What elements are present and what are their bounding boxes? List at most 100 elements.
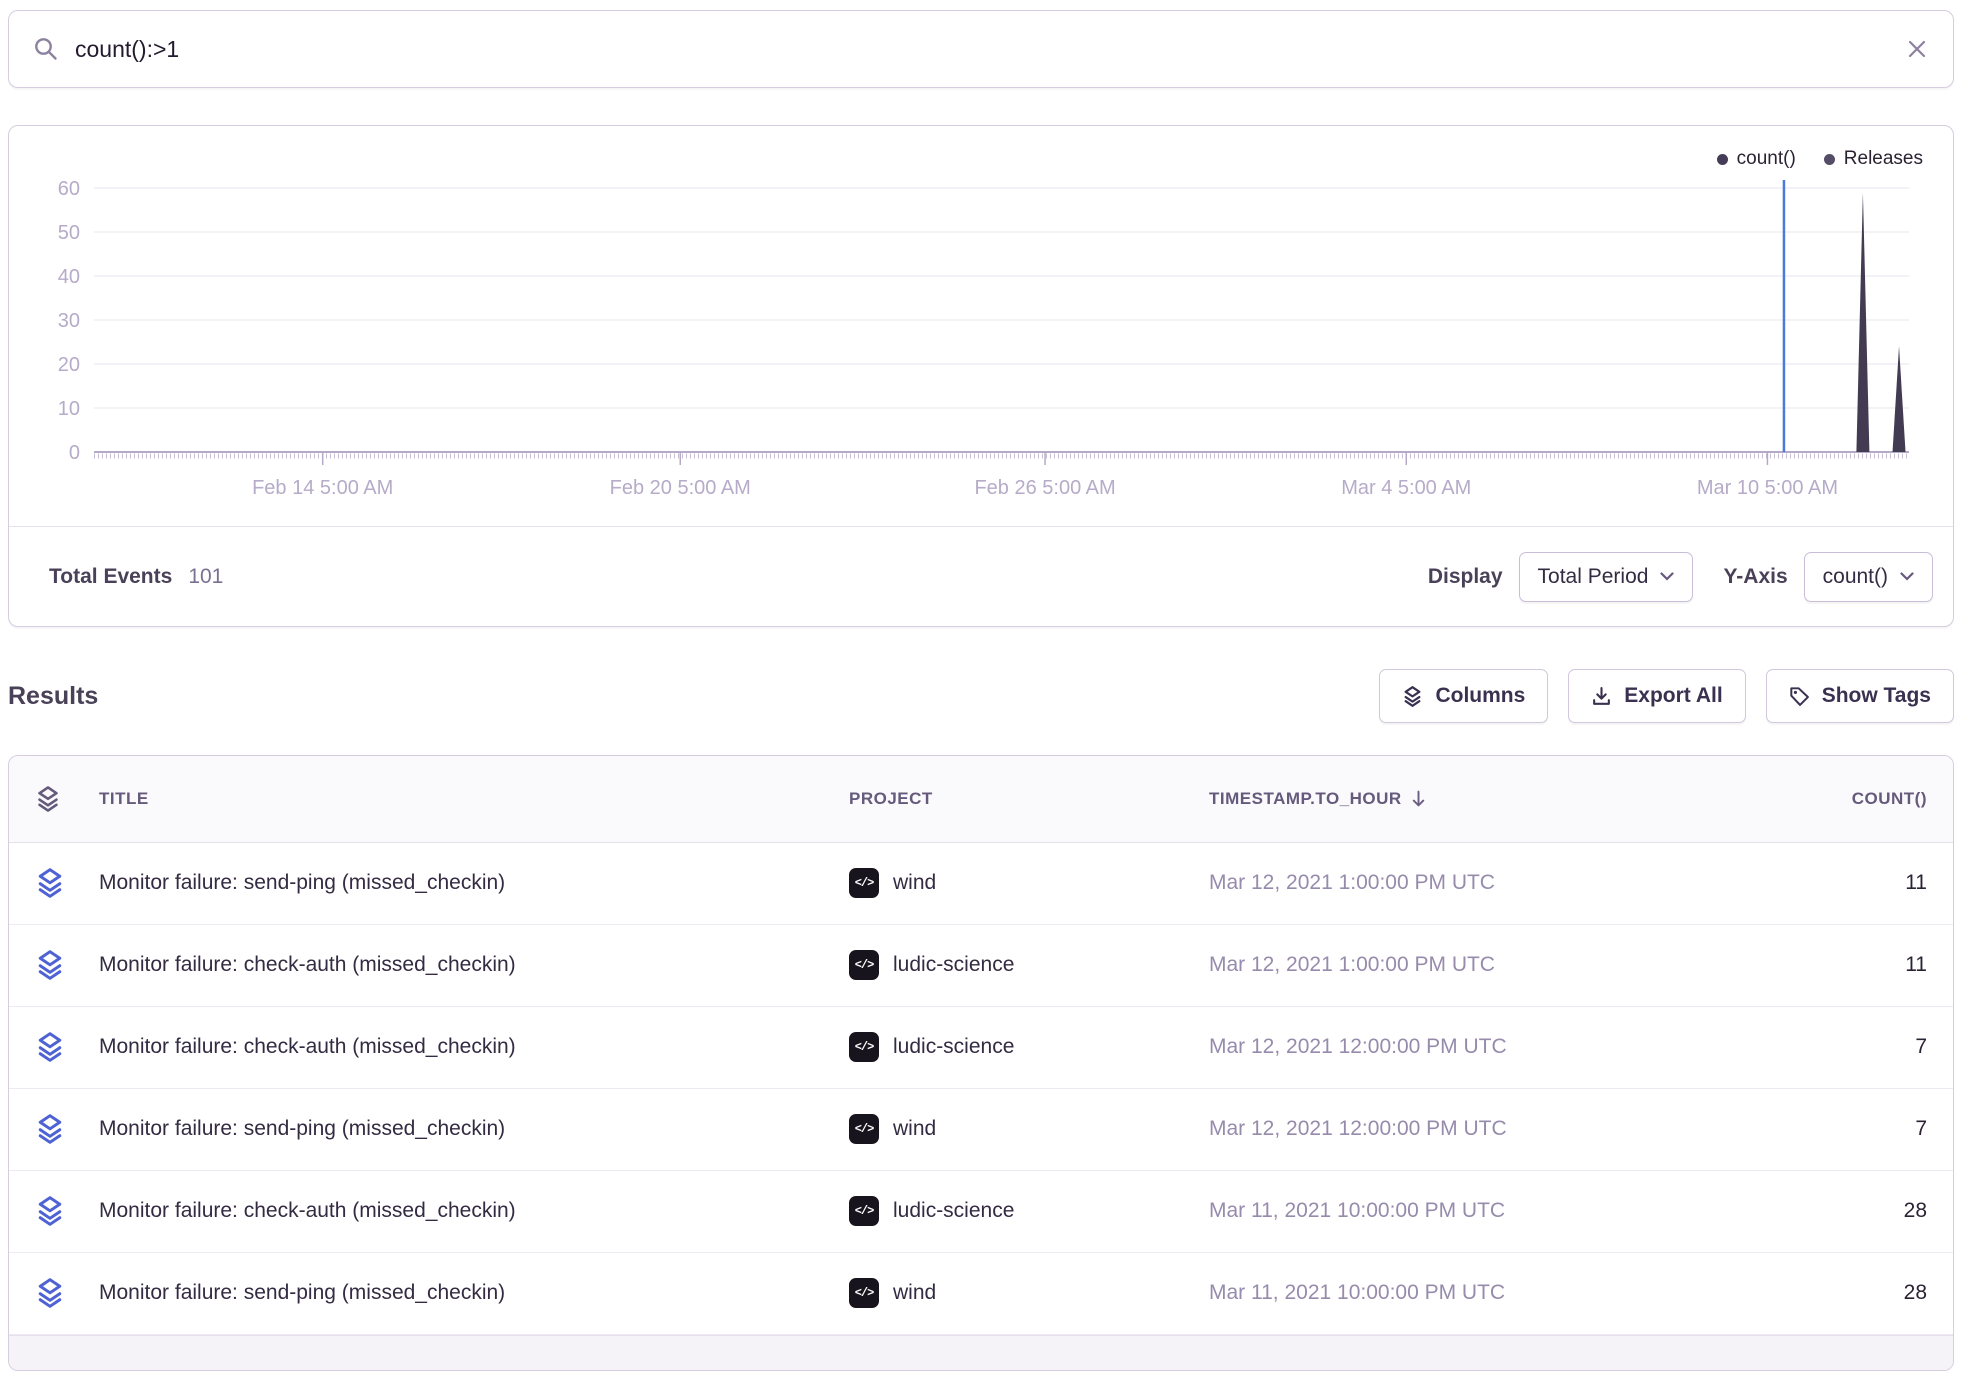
table-footer: [9, 1335, 1953, 1370]
total-events-label: Total Events: [49, 565, 172, 589]
row-project[interactable]: </> ludic-science: [849, 1196, 1209, 1226]
show-tags-button[interactable]: Show Tags: [1766, 669, 1954, 723]
row-project[interactable]: </> ludic-science: [849, 1032, 1209, 1062]
row-count: 7: [1709, 1117, 1927, 1141]
row-timestamp: Mar 12, 2021 1:00:00 PM UTC: [1209, 953, 1709, 977]
row-project[interactable]: </> wind: [849, 868, 1209, 898]
project-platform-icon: </>: [849, 1196, 879, 1226]
results-table: TITLE PROJECT TIMESTAMP.TO_HOUR COUNT() …: [8, 755, 1954, 1371]
project-platform-icon: </>: [849, 1032, 879, 1062]
stack-icon: [35, 1114, 99, 1144]
row-count: 28: [1709, 1199, 1927, 1223]
results-title: Results: [8, 682, 98, 711]
project-platform-icon: </>: [849, 868, 879, 898]
svg-text:50: 50: [58, 222, 80, 244]
stack-icon: [35, 1032, 99, 1062]
svg-text:60: 60: [58, 178, 80, 200]
display-dropdown[interactable]: Total Period: [1519, 552, 1694, 602]
search-icon: [33, 36, 59, 62]
display-label: Display: [1428, 565, 1503, 589]
export-all-button[interactable]: Export All: [1568, 669, 1745, 723]
download-icon: [1591, 686, 1612, 707]
stack-icon: [35, 950, 99, 980]
total-events-value: 101: [188, 565, 223, 589]
table-row[interactable]: Monitor failure: send-ping (missed_check…: [9, 1089, 1953, 1171]
chevron-down-icon: [1660, 572, 1674, 581]
stack-icon[interactable]: [35, 786, 99, 812]
column-header-project[interactable]: PROJECT: [849, 789, 1209, 809]
svg-text:0: 0: [69, 442, 80, 464]
search-input[interactable]: [75, 36, 1889, 63]
legend-item[interactable]: Releases: [1824, 148, 1923, 170]
show-tags-button-label: Show Tags: [1822, 684, 1931, 708]
row-project[interactable]: </> ludic-science: [849, 950, 1209, 980]
row-title-link[interactable]: Monitor failure: check-auth (missed_chec…: [99, 1035, 849, 1059]
row-timestamp: Mar 11, 2021 10:00:00 PM UTC: [1209, 1281, 1709, 1305]
results-bar: Results Columns Export All Show Tags: [8, 663, 1954, 729]
sort-desc-icon: [1410, 789, 1427, 809]
legend-dot-icon: [1717, 154, 1728, 165]
row-count: 28: [1709, 1281, 1927, 1305]
svg-text:Feb 26 5:00 AM: Feb 26 5:00 AM: [974, 477, 1115, 499]
svg-text:10: 10: [58, 398, 80, 420]
svg-text:30: 30: [58, 310, 80, 332]
yaxis-dropdown-value: count(): [1823, 565, 1888, 589]
svg-text:Feb 14 5:00 AM: Feb 14 5:00 AM: [252, 477, 393, 499]
yaxis-label: Y-Axis: [1723, 565, 1787, 589]
search-bar: [8, 10, 1954, 88]
clear-search-button[interactable]: [1905, 37, 1929, 61]
svg-text:Feb 20 5:00 AM: Feb 20 5:00 AM: [610, 477, 751, 499]
svg-text:40: 40: [58, 266, 80, 288]
legend-label: count(): [1737, 148, 1796, 170]
row-title-link[interactable]: Monitor failure: send-ping (missed_check…: [99, 1117, 849, 1141]
events-chart-panel: count() Releases 0102030405060Feb 14 5:0…: [8, 125, 1954, 627]
chevron-down-icon: [1900, 572, 1914, 581]
project-platform-icon: </>: [849, 950, 879, 980]
row-count: 7: [1709, 1035, 1927, 1059]
export-all-button-label: Export All: [1624, 684, 1722, 708]
yaxis-dropdown[interactable]: count(): [1804, 552, 1933, 602]
column-header-count[interactable]: COUNT(): [1709, 789, 1927, 809]
chart-legend: count() Releases: [1717, 148, 1923, 170]
chart-footer: Total Events 101 Display Total Period Y-…: [9, 526, 1953, 626]
columns-button[interactable]: Columns: [1379, 669, 1548, 723]
table-row[interactable]: Monitor failure: send-ping (missed_check…: [9, 1253, 1953, 1335]
project-platform-icon: </>: [849, 1114, 879, 1144]
tag-icon: [1789, 686, 1810, 707]
row-title-link[interactable]: Monitor failure: send-ping (missed_check…: [99, 1281, 849, 1305]
stack-icon: [35, 1278, 99, 1308]
row-project[interactable]: </> wind: [849, 1278, 1209, 1308]
legend-item[interactable]: count(): [1717, 148, 1796, 170]
svg-text:Mar 4 5:00 AM: Mar 4 5:00 AM: [1341, 477, 1471, 499]
row-title-link[interactable]: Monitor failure: send-ping (missed_check…: [99, 871, 849, 895]
table-row[interactable]: Monitor failure: check-auth (missed_chec…: [9, 1171, 1953, 1253]
project-name: ludic-science: [893, 953, 1014, 977]
legend-dot-icon: [1824, 154, 1835, 165]
row-timestamp: Mar 12, 2021 1:00:00 PM UTC: [1209, 871, 1709, 895]
project-name: ludic-science: [893, 1035, 1014, 1059]
stack-icon: [35, 868, 99, 898]
project-name: wind: [893, 1117, 936, 1141]
table-row[interactable]: Monitor failure: send-ping (missed_check…: [9, 843, 1953, 925]
column-header-title[interactable]: TITLE: [99, 789, 849, 809]
project-name: wind: [893, 871, 936, 895]
legend-label: Releases: [1844, 148, 1923, 170]
total-events: Total Events 101: [49, 565, 223, 589]
row-title-link[interactable]: Monitor failure: check-auth (missed_chec…: [99, 953, 849, 977]
row-count: 11: [1709, 953, 1927, 977]
svg-text:Mar 10 5:00 AM: Mar 10 5:00 AM: [1697, 477, 1838, 499]
row-project[interactable]: </> wind: [849, 1114, 1209, 1144]
table-row[interactable]: Monitor failure: check-auth (missed_chec…: [9, 1007, 1953, 1089]
columns-button-label: Columns: [1435, 684, 1525, 708]
table-row[interactable]: Monitor failure: check-auth (missed_chec…: [9, 925, 1953, 1007]
project-name: ludic-science: [893, 1199, 1014, 1223]
close-icon: [1905, 37, 1929, 61]
table-header-row: TITLE PROJECT TIMESTAMP.TO_HOUR COUNT(): [9, 756, 1953, 843]
events-over-time-chart[interactable]: 0102030405060Feb 14 5:00 AMFeb 20 5:00 A…: [9, 126, 1955, 526]
row-timestamp: Mar 12, 2021 12:00:00 PM UTC: [1209, 1035, 1709, 1059]
column-header-timestamp[interactable]: TIMESTAMP.TO_HOUR: [1209, 789, 1709, 809]
project-platform-icon: </>: [849, 1278, 879, 1308]
row-title-link[interactable]: Monitor failure: check-auth (missed_chec…: [99, 1199, 849, 1223]
stack-icon: [35, 1196, 99, 1226]
table-body: Monitor failure: send-ping (missed_check…: [9, 843, 1953, 1335]
